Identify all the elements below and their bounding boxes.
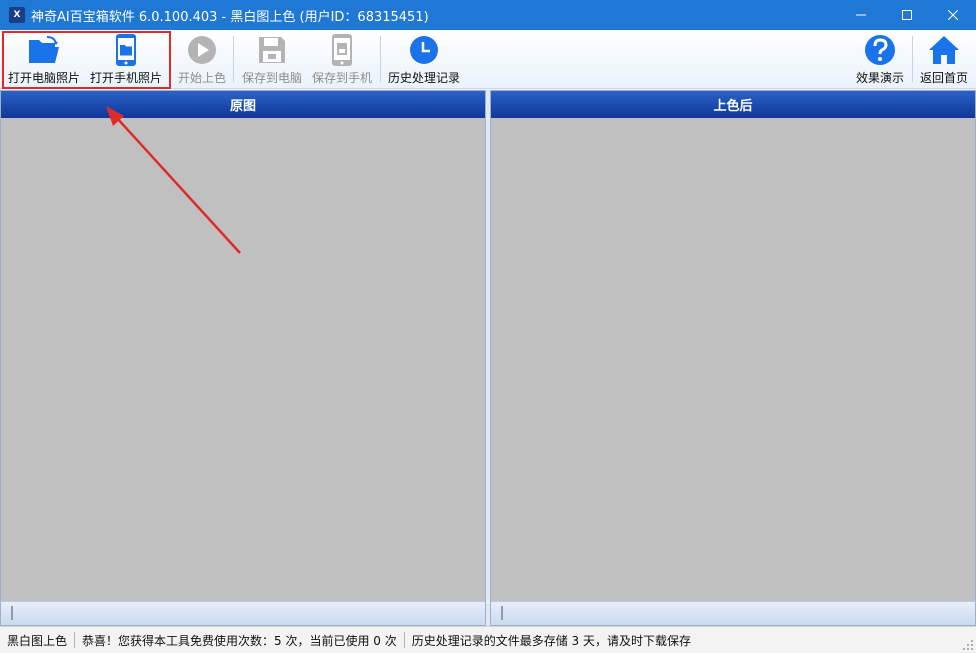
open-pc-photo-label: 打开电脑照片	[7, 71, 80, 85]
floppy-disk-icon	[254, 32, 290, 68]
status-bar: 黑白图上色 恭喜！您获得本工具免费使用次数：5 次，当前已使用 0 次 历史处理…	[0, 626, 976, 653]
resize-grip-icon[interactable]	[962, 639, 974, 651]
original-image-panel: 原图	[0, 90, 486, 626]
title-bar: X 神奇AI百宝箱软件 6.0.100.403 - 黑白图上色 (用户ID：68…	[0, 0, 976, 30]
window-controls	[838, 0, 976, 30]
colored-image-area[interactable]	[491, 118, 975, 601]
toolbar-divider	[233, 36, 234, 82]
open-phone-photo-button[interactable]: 打开手机照片	[88, 32, 164, 86]
status-retention: 历史处理记录的文件最多存储 3 天，请及时下载保存	[411, 633, 692, 648]
question-icon	[862, 32, 898, 68]
toolbar: 打开电脑照片 打开手机照片 开始上色 保存到电脑 保存到手机 历史处理记录 效果…	[0, 30, 976, 89]
folder-open-icon	[26, 32, 62, 68]
home-label: 返回首页	[919, 71, 968, 85]
scrollbar-thumb[interactable]	[11, 606, 13, 620]
save-to-pc-label: 保存到电脑	[241, 71, 302, 85]
window-title: 神奇AI百宝箱软件 6.0.100.403 - 黑白图上色 (用户ID：6831…	[31, 9, 429, 25]
minimize-icon	[856, 14, 866, 16]
clock-icon	[406, 32, 442, 68]
colored-panel-title: 上色后	[491, 91, 975, 118]
colored-image-panel: 上色后	[490, 90, 976, 626]
scrollbar-thumb[interactable]	[501, 606, 503, 620]
home-icon	[926, 32, 962, 68]
colored-panel-scrollbar[interactable]	[491, 601, 975, 625]
maximize-icon	[902, 10, 912, 20]
toolbar-divider	[912, 36, 913, 82]
history-label: 历史处理记录	[387, 71, 460, 85]
status-quota: 恭喜！您获得本工具免费使用次数：5 次，当前已使用 0 次	[82, 633, 397, 648]
status-mode: 黑白图上色	[7, 633, 68, 648]
close-icon	[948, 10, 958, 20]
open-phone-photo-label: 打开手机照片	[89, 71, 162, 85]
home-button[interactable]: 返回首页	[918, 32, 970, 86]
start-color-button[interactable]: 开始上色	[176, 32, 228, 86]
phone-folder-icon	[108, 32, 144, 68]
open-pc-photo-button[interactable]: 打开电脑照片	[6, 32, 82, 86]
demo-label: 效果演示	[855, 71, 904, 85]
original-panel-title: 原图	[1, 91, 485, 118]
phone-save-icon	[324, 32, 360, 68]
start-color-label: 开始上色	[177, 71, 226, 85]
save-to-phone-label: 保存到手机	[311, 71, 372, 85]
app-logo-icon: X	[9, 7, 25, 23]
play-icon	[184, 32, 220, 68]
save-to-pc-button[interactable]: 保存到电脑	[240, 32, 304, 86]
save-to-phone-button[interactable]: 保存到手机	[310, 32, 374, 86]
history-button[interactable]: 历史处理记录	[386, 32, 462, 86]
toolbar-divider	[380, 36, 381, 82]
original-panel-scrollbar[interactable]	[1, 601, 485, 625]
minimize-button[interactable]	[838, 0, 884, 30]
demo-button[interactable]: 效果演示	[854, 32, 906, 86]
original-image-area[interactable]	[1, 118, 485, 601]
maximize-button[interactable]	[884, 0, 930, 30]
close-button[interactable]	[930, 0, 976, 30]
